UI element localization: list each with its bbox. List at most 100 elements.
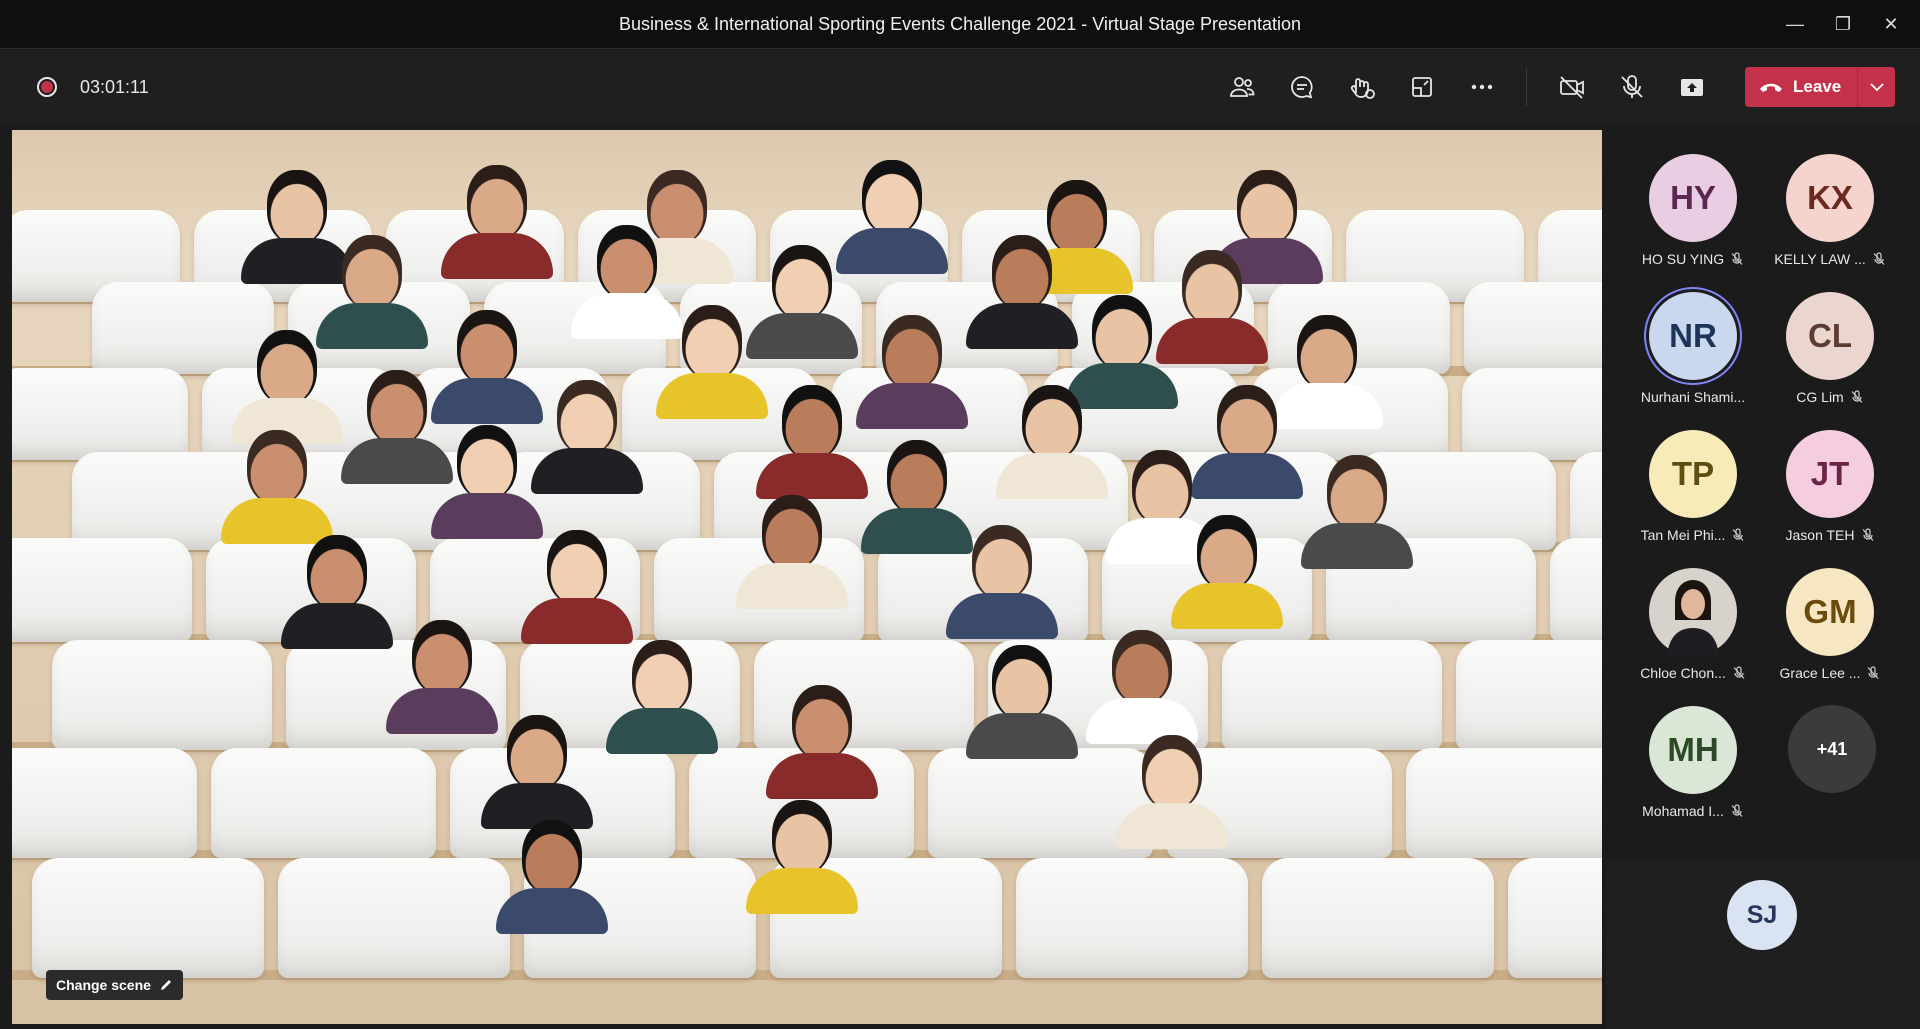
- mic-muted-icon: [1732, 528, 1744, 541]
- participant-avatar: TP: [1649, 430, 1737, 518]
- share-icon: [1681, 79, 1703, 96]
- participant-avatar: NR: [1649, 292, 1737, 380]
- people-icon: [1230, 77, 1255, 97]
- reactions-icon: [1350, 78, 1375, 99]
- recording-icon: [37, 77, 57, 97]
- auditorium-seat: [52, 640, 272, 750]
- leave-button[interactable]: Leave: [1745, 67, 1857, 107]
- attendee-avatar: [441, 165, 553, 279]
- chevron-down-icon: [1869, 83, 1884, 92]
- people-button[interactable]: [1222, 68, 1262, 106]
- attendee-avatar: [736, 495, 848, 609]
- maximize-button[interactable]: ❐: [1828, 10, 1858, 38]
- participant-tile[interactable]: JT Jason TEH: [1760, 430, 1900, 560]
- auditorium-seat: [1462, 368, 1602, 460]
- participant-name-row: Mohamad I...: [1623, 803, 1763, 819]
- toolbar-divider: [1526, 68, 1527, 106]
- auditorium-seat: [12, 538, 192, 642]
- participant-name: KELLY LAW ...: [1774, 251, 1866, 267]
- window-title: Business & International Sporting Events…: [618, 14, 1302, 34]
- participant-name: CG Lim: [1796, 389, 1844, 405]
- attendee-avatar: [1301, 455, 1413, 569]
- share-button[interactable]: [1672, 68, 1712, 106]
- auditorium-seat: [1456, 640, 1602, 750]
- attendee-avatar: [1116, 735, 1228, 849]
- participant-name: Grace Lee ...: [1779, 665, 1861, 681]
- participant-tile[interactable]: CL CG Lim: [1760, 292, 1900, 422]
- attendee-avatar: [656, 305, 768, 419]
- attendee-avatar: [966, 645, 1078, 759]
- auditorium-seat: [1016, 858, 1248, 978]
- participant-name: Tan Mei Phi...: [1640, 527, 1726, 543]
- more-icon: [1471, 84, 1493, 90]
- mic-muted-icon: [1862, 528, 1873, 541]
- attendee-avatar: [856, 315, 968, 429]
- change-scene-button[interactable]: Change scene: [46, 970, 183, 1000]
- attendee-avatar: [481, 715, 593, 829]
- attendee-avatar: [946, 525, 1058, 639]
- attendee-avatar: [521, 530, 633, 644]
- participant-photo: [1649, 568, 1737, 656]
- rooms-button[interactable]: [1402, 68, 1442, 106]
- attendee-avatar: [431, 425, 543, 539]
- minimize-button[interactable]: —: [1780, 10, 1810, 38]
- attendee-avatar: [231, 330, 343, 444]
- leave-label: Leave: [1793, 77, 1842, 96]
- together-mode-stage: Change scene: [12, 130, 1602, 1024]
- participant-tile[interactable]: NR Nurhani Shami...: [1623, 292, 1763, 422]
- attendee-avatar: [746, 800, 858, 914]
- participant-tile[interactable]: Chloe Chon...: [1623, 568, 1763, 698]
- attendee-avatar: [496, 820, 608, 934]
- change-scene-label: Change scene: [56, 977, 151, 993]
- participant-name-row: KELLY LAW ...: [1760, 251, 1900, 267]
- more-actions-button[interactable]: [1462, 68, 1502, 106]
- participant-tile[interactable]: KX KELLY LAW ...: [1760, 154, 1900, 284]
- auditorium-seat: [211, 748, 436, 858]
- auditorium-seat: [1406, 748, 1602, 858]
- participant-tile[interactable]: HY HO SU YING: [1623, 154, 1763, 284]
- camera-toggle-button[interactable]: [1552, 68, 1592, 106]
- more-participants-button[interactable]: +41: [1788, 705, 1876, 793]
- participant-tile[interactable]: TP Tan Mei Phi...: [1623, 430, 1763, 560]
- participant-tile[interactable]: GM Grace Lee ...: [1760, 568, 1900, 698]
- attendee-avatar: [996, 385, 1108, 499]
- auditorium-seat: [278, 858, 510, 978]
- auditorium-seat: [32, 858, 264, 978]
- participant-tile[interactable]: MH Mohamad I...: [1623, 706, 1763, 836]
- attendee-avatar: [221, 430, 333, 544]
- title-bar: Business & International Sporting Events…: [0, 0, 1920, 49]
- participant-name-row: HO SU YING: [1623, 251, 1763, 267]
- auditorium-seat: [1570, 452, 1602, 550]
- participant-name: HO SU YING: [1641, 251, 1725, 267]
- participant-avatar: CL: [1786, 292, 1874, 380]
- self-view-avatar[interactable]: SJ: [1727, 880, 1797, 950]
- chat-icon: [1291, 76, 1313, 99]
- attendee-avatar: [1171, 515, 1283, 629]
- participant-name: Jason TEH: [1785, 527, 1855, 543]
- chat-button[interactable]: [1282, 68, 1322, 106]
- auditorium-seat: [12, 748, 197, 858]
- leave-button-group: Leave: [1745, 67, 1895, 107]
- self-view-panel: SJ: [1606, 858, 1920, 1029]
- participant-name: Nurhani Shami...: [1640, 389, 1746, 405]
- participant-avatar: JT: [1786, 430, 1874, 518]
- participant-name-row: Nurhani Shami...: [1623, 389, 1763, 405]
- participant-name-row: Jason TEH: [1760, 527, 1900, 543]
- rooms-icon: [1412, 77, 1432, 97]
- attendee-avatar: [606, 640, 718, 754]
- auditorium-seat: [1508, 858, 1602, 978]
- mic-toggle-button[interactable]: [1612, 68, 1652, 106]
- participant-name: Mohamad I...: [1642, 803, 1724, 819]
- reactions-button[interactable]: [1342, 68, 1382, 106]
- close-window-button[interactable]: ✕: [1876, 10, 1906, 38]
- participant-name-row: Grace Lee ...: [1760, 665, 1900, 681]
- mic-muted-icon: [1733, 666, 1745, 679]
- meeting-toolbar: 03:01:11 Leave: [0, 50, 1920, 125]
- attendee-avatar: [966, 235, 1078, 349]
- hang-up-icon: [1760, 83, 1782, 92]
- mic-off-icon: [1621, 75, 1643, 98]
- leave-options-button[interactable]: [1858, 67, 1895, 107]
- meeting-timer: 03:01:11: [80, 77, 149, 97]
- auditorium-seat: [1464, 282, 1602, 374]
- participant-name-row: Tan Mei Phi...: [1623, 527, 1763, 543]
